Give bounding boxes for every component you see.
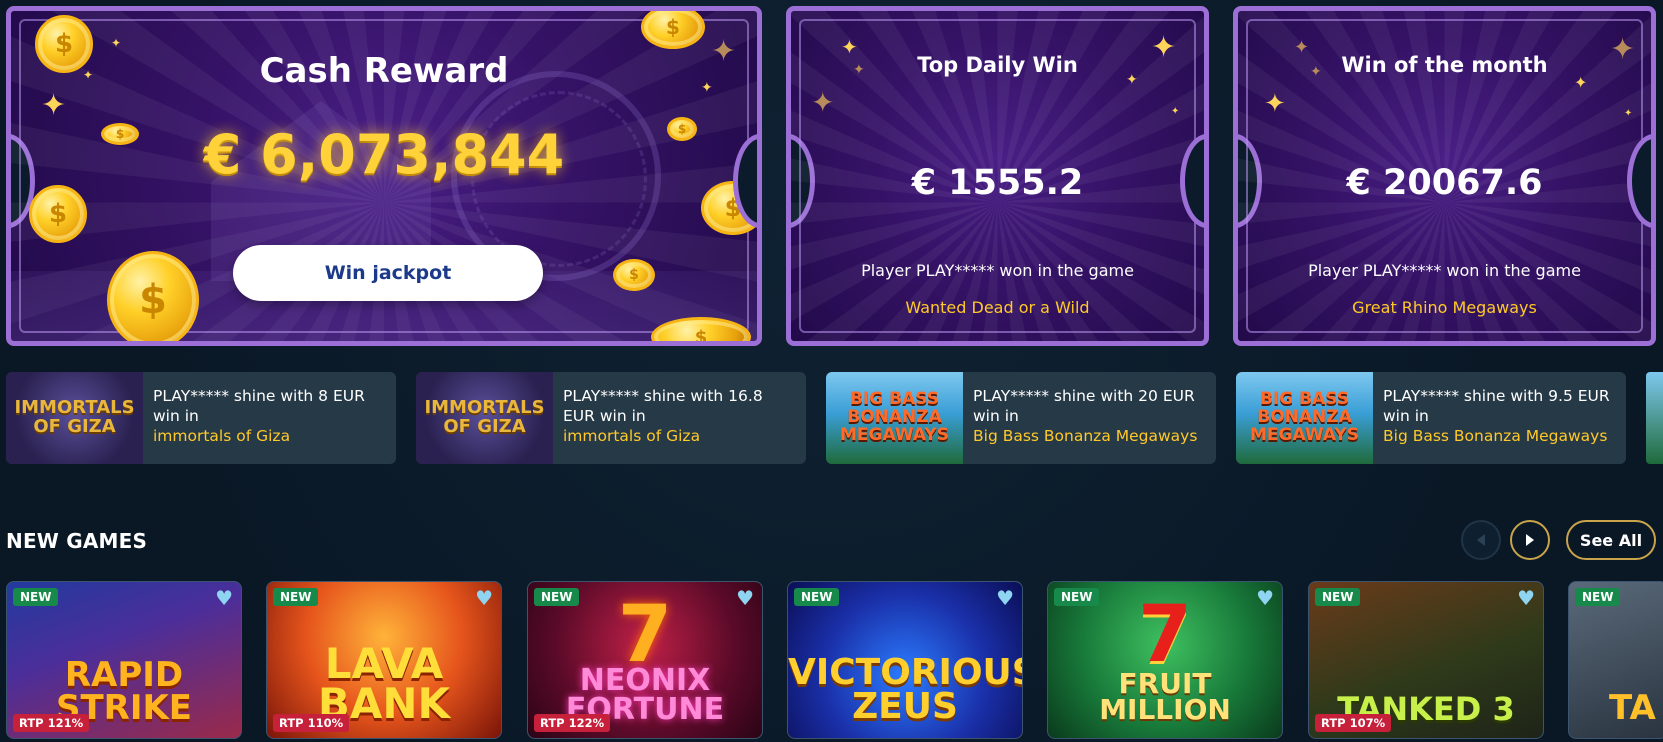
new-games-title: NEW GAMES bbox=[6, 529, 148, 553]
rtp-badge: RTP 122% bbox=[534, 714, 611, 732]
seven-symbol-icon: 7 bbox=[1137, 590, 1193, 680]
recent-win-item-partial[interactable] bbox=[1646, 372, 1663, 464]
heart-icon[interactable]: ♥ bbox=[996, 588, 1014, 608]
carousel-prev-button[interactable] bbox=[1461, 520, 1501, 560]
recent-win-game-link[interactable]: Big Bass Bonanza Megaways bbox=[973, 426, 1206, 446]
win-of-month-title: Win of the month bbox=[1341, 53, 1548, 77]
rtp-badge: RTP 110% bbox=[273, 714, 350, 732]
win-of-month-card: ✦ ✦ ✦ ✦ ✦ ✦ Win of the month € 20067.6 P… bbox=[1233, 6, 1656, 346]
top-daily-win-title: Top Daily Win bbox=[917, 53, 1078, 77]
game-title: VICTORIOUS ZEUS bbox=[788, 651, 1023, 727]
recent-win-message: PLAY***** shine with 8 EUR win in bbox=[153, 387, 365, 425]
cash-reward-card: $ $ $ $ $ $ $ $ $ ✦ ✦ ✦ ✦ ✦ Cash Reward … bbox=[6, 6, 762, 346]
new-badge: NEW bbox=[794, 588, 840, 606]
top-daily-win-amount: € 1555.2 bbox=[911, 163, 1084, 203]
coin-icon: $ bbox=[641, 11, 705, 49]
page: $ $ $ $ $ $ $ $ $ ✦ ✦ ✦ ✦ ✦ Cash Reward … bbox=[0, 0, 1663, 742]
carousel-next-button[interactable] bbox=[1510, 520, 1550, 560]
sparkle-icon: ✦ bbox=[1624, 108, 1633, 119]
sparkle-icon: ✦ bbox=[111, 36, 122, 50]
game-title: TA bbox=[1609, 687, 1656, 728]
win-jackpot-button[interactable]: Win jackpot bbox=[233, 245, 543, 301]
game-card[interactable]: NEW ♥ RAPID STRIKE RTP 121% bbox=[6, 581, 242, 739]
recent-win-message: PLAY***** shine with 16.8 EUR win in bbox=[563, 387, 763, 425]
heart-icon[interactable]: ♥ bbox=[475, 588, 493, 608]
see-all-button[interactable]: See All bbox=[1566, 520, 1656, 560]
game-card[interactable]: NEW ♥ VICTORIOUS ZEUS bbox=[787, 581, 1023, 739]
sparkle-icon: ✦ bbox=[1574, 73, 1588, 92]
coin-icon: $ bbox=[701, 181, 757, 235]
game-title: FRUIT MILLION bbox=[1099, 666, 1231, 727]
game-card[interactable]: NEW ♥ 7 FRUIT MILLION bbox=[1047, 581, 1283, 739]
game-card-partial[interactable]: NEW TA bbox=[1568, 581, 1663, 739]
coin-icon: $ bbox=[29, 185, 87, 243]
game-thumbnail[interactable]: IMMORTALS OF GIZA bbox=[416, 372, 553, 464]
recent-win-text: PLAY***** shine with 20 EUR win in Big B… bbox=[963, 372, 1216, 464]
game-thumbnail[interactable]: IMMORTALS OF GIZA bbox=[6, 372, 143, 464]
game-thumbnail[interactable]: BIG BASS BONANZA MEGAWAYS bbox=[1236, 372, 1373, 464]
cash-reward-title: Cash Reward bbox=[259, 51, 509, 91]
sparkle-icon: ✦ bbox=[811, 86, 835, 119]
new-badge: NEW bbox=[1054, 588, 1100, 606]
recent-win-text: PLAY***** shine with 16.8 EUR win in imm… bbox=[553, 372, 806, 464]
recent-win-item[interactable]: IMMORTALS OF GIZA PLAY***** shine with 8… bbox=[6, 372, 396, 464]
game-title: LAVA BANK bbox=[317, 639, 451, 729]
recent-win-item[interactable]: BIG BASS BONANZA MEGAWAYS PLAY***** shin… bbox=[1236, 372, 1626, 464]
recent-win-message: PLAY***** shine with 9.5 EUR win in bbox=[1383, 387, 1610, 425]
game-card[interactable]: NEW ♥ 7 NEONIX FORTUNE RTP 122% bbox=[527, 581, 763, 739]
coin-icon: $ bbox=[613, 259, 655, 291]
new-badge: NEW bbox=[1315, 588, 1361, 606]
sparkle-icon: ✦ bbox=[1171, 106, 1180, 117]
recent-win-text: PLAY***** shine with 9.5 EUR win in Big … bbox=[1373, 372, 1626, 464]
sparkle-icon: ✦ bbox=[1264, 89, 1286, 119]
jackpot-amount: € 6,073,844 bbox=[203, 123, 565, 186]
heart-icon[interactable]: ♥ bbox=[1256, 588, 1274, 608]
game-thumbnail[interactable]: BIG BASS BONANZA MEGAWAYS bbox=[826, 372, 963, 464]
recent-win-game-link[interactable]: Big Bass Bonanza Megaways bbox=[1383, 426, 1616, 446]
win-of-month-game-link[interactable]: Great Rhino Megaways bbox=[1238, 298, 1651, 317]
new-badge: NEW bbox=[13, 588, 59, 606]
recent-win-item[interactable]: IMMORTALS OF GIZA PLAY***** shine with 1… bbox=[416, 372, 806, 464]
game-card[interactable]: NEW ♥ LAVA BANK RTP 110% bbox=[266, 581, 502, 739]
heart-icon[interactable]: ♥ bbox=[736, 588, 754, 608]
rtp-badge: RTP 121% bbox=[13, 714, 90, 732]
play-left-icon bbox=[1477, 534, 1485, 546]
recent-win-message: PLAY***** shine with 20 EUR win in bbox=[973, 387, 1195, 425]
recent-win-game-link[interactable]: immortals of Giza bbox=[153, 426, 386, 446]
win-of-month-player: Player PLAY***** won in the game bbox=[1308, 261, 1581, 280]
heart-icon[interactable]: ♥ bbox=[215, 588, 233, 608]
recent-win-game-link[interactable]: immortals of Giza bbox=[563, 426, 796, 446]
recent-win-item[interactable]: BIG BASS BONANZA MEGAWAYS PLAY***** shin… bbox=[826, 372, 1216, 464]
new-badge: NEW bbox=[273, 588, 319, 606]
game-card[interactable]: NEW ♥ TANKED 3 RTP 107% bbox=[1308, 581, 1544, 739]
play-right-icon bbox=[1526, 534, 1534, 546]
top-daily-win-player: Player PLAY***** won in the game bbox=[861, 261, 1134, 280]
new-badge: NEW bbox=[1575, 588, 1621, 606]
top-daily-win-game-link[interactable]: Wanted Dead or a Wild bbox=[791, 298, 1204, 317]
coin-icon: $ bbox=[107, 251, 199, 341]
heart-icon[interactable]: ♥ bbox=[1517, 588, 1535, 608]
new-badge: NEW bbox=[534, 588, 580, 606]
win-of-month-amount: € 20067.6 bbox=[1346, 163, 1543, 203]
rtp-badge: RTP 107% bbox=[1315, 714, 1392, 732]
sparkle-icon: ✦ bbox=[41, 88, 67, 123]
recent-win-text: PLAY***** shine with 8 EUR win in immort… bbox=[143, 372, 396, 464]
top-daily-win-card: ✦ ✦ ✦ ✦ ✦ ✦ Top Daily Win € 1555.2 Playe… bbox=[786, 6, 1209, 346]
